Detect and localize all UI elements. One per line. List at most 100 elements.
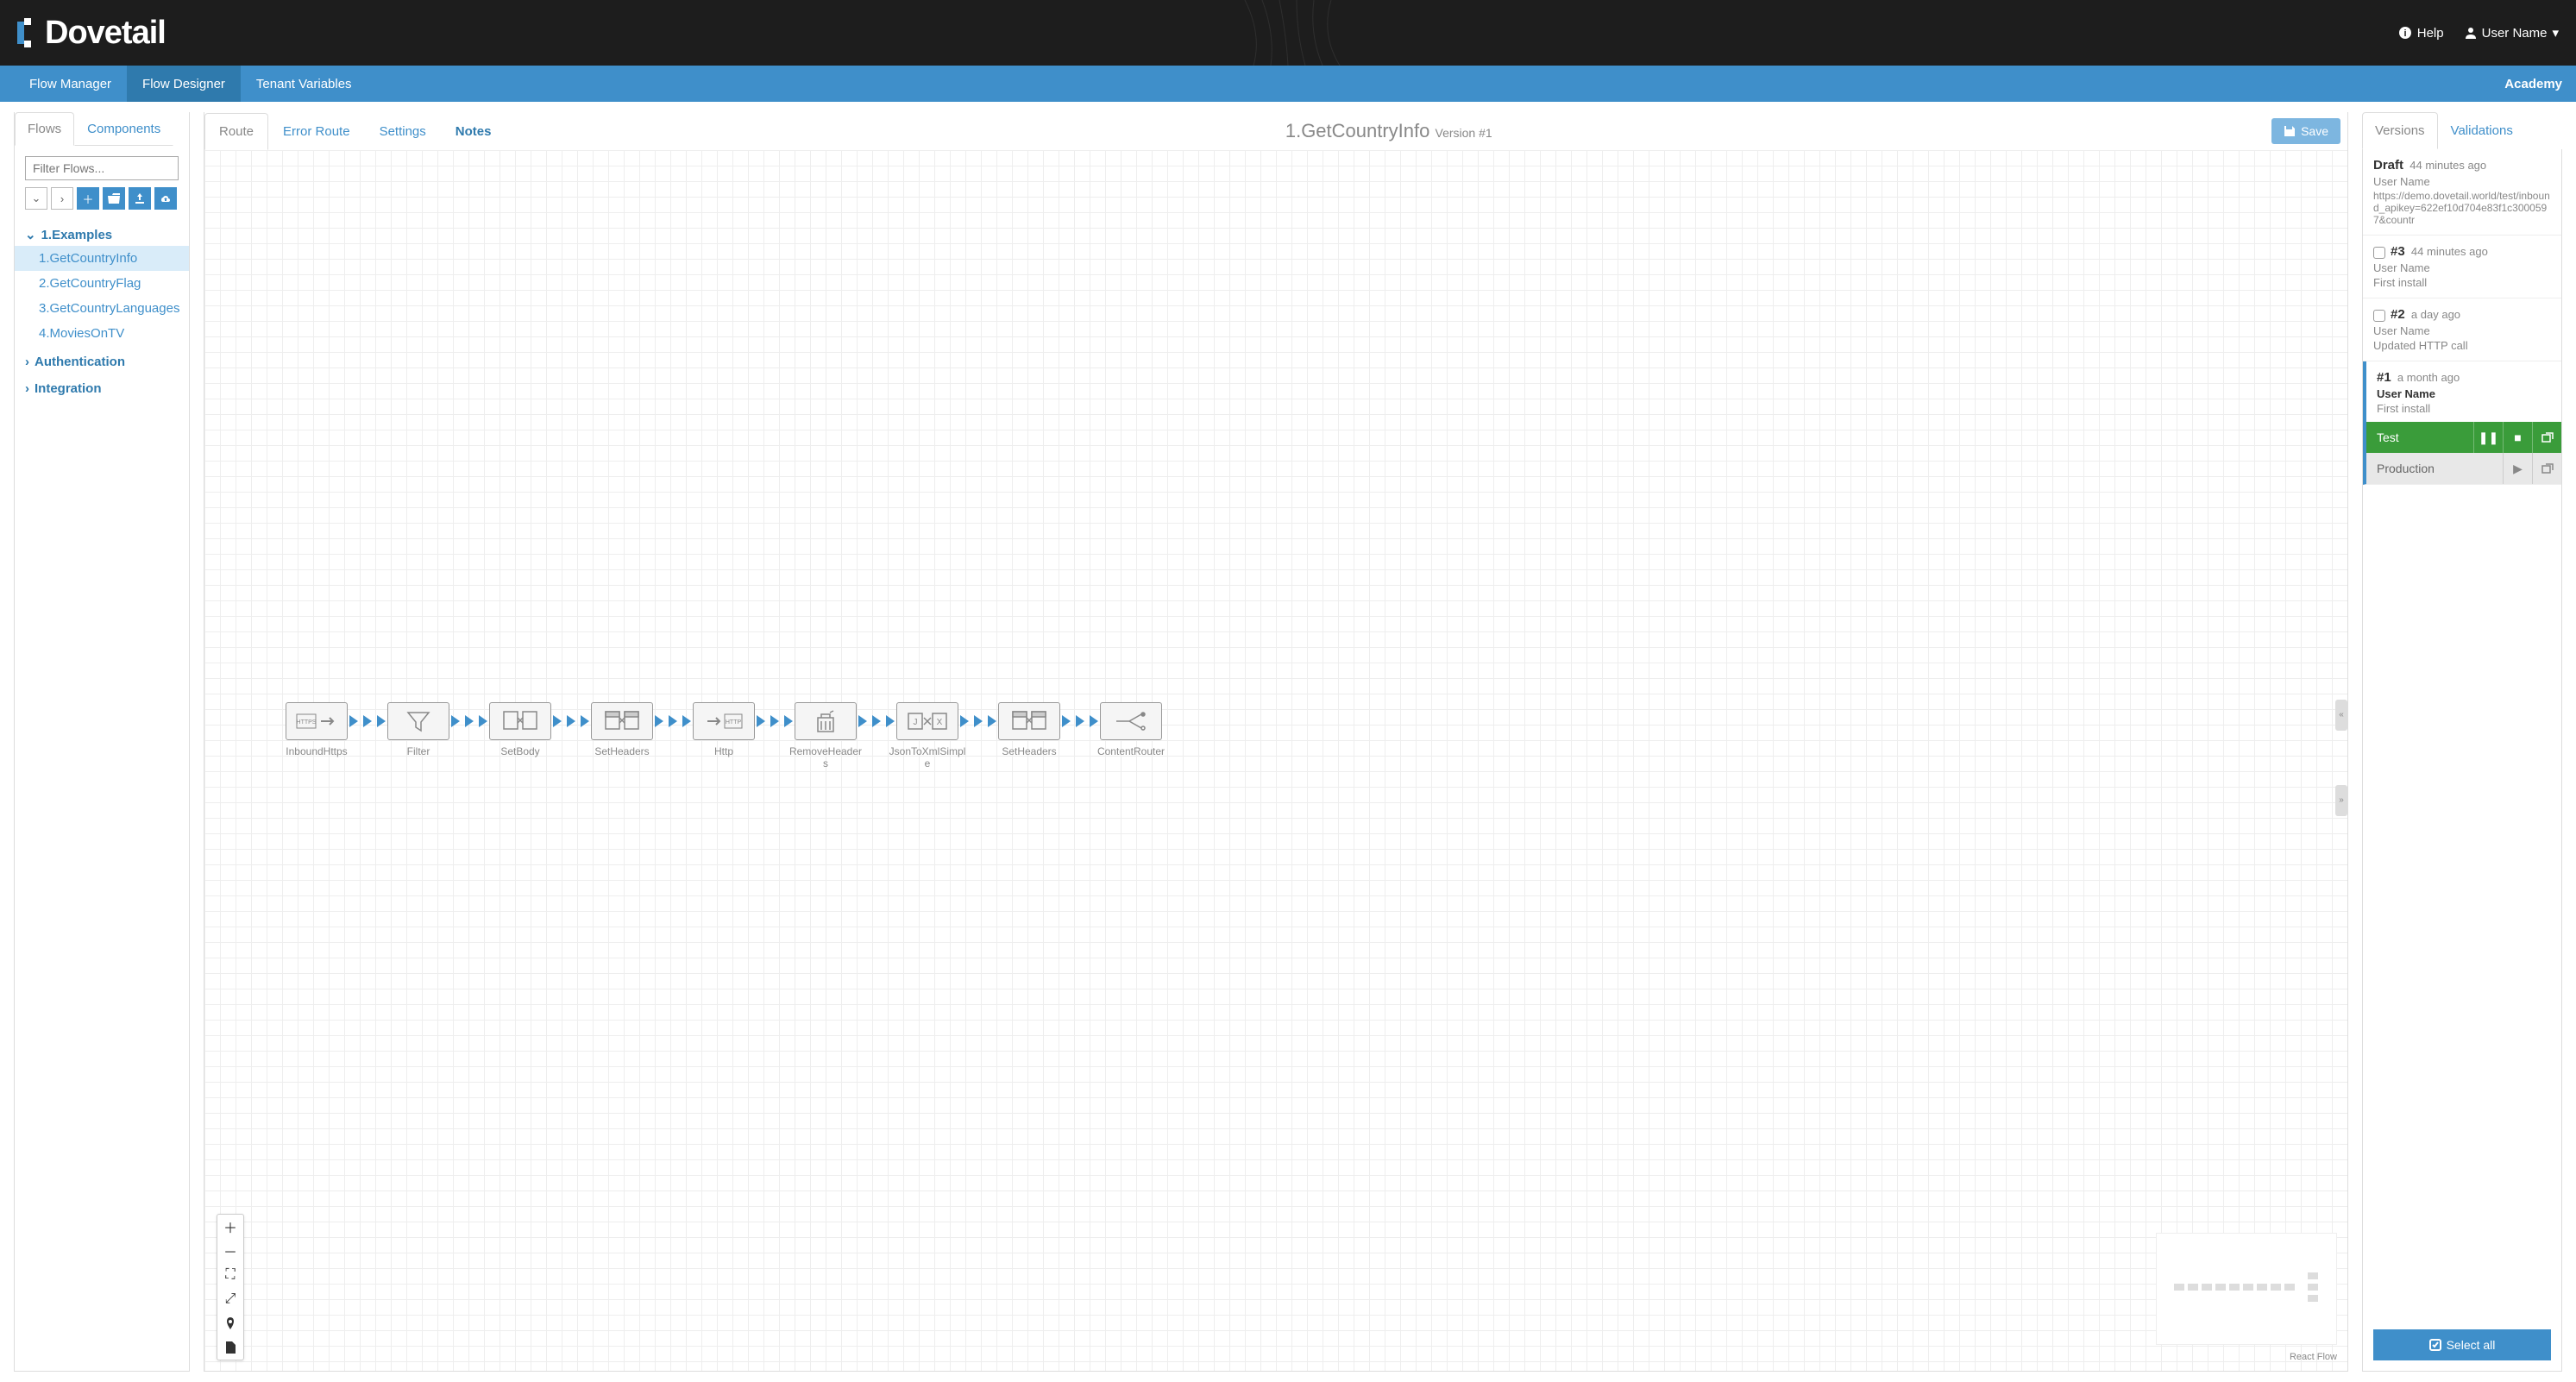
locate-button[interactable] bbox=[217, 1311, 243, 1335]
stop-button[interactable]: ■ bbox=[2503, 422, 2532, 453]
chevron-right-icon: › bbox=[25, 381, 29, 396]
select-all-button[interactable]: Select all bbox=[2373, 1329, 2551, 1360]
flow-node[interactable] bbox=[387, 702, 449, 740]
pin-icon bbox=[225, 1317, 236, 1329]
check-icon bbox=[2429, 1339, 2441, 1351]
right-body: Draft 44 minutes ago User Name https://d… bbox=[2362, 149, 2562, 1372]
navbar: Flow Manager Flow Designer Tenant Variab… bbox=[0, 66, 2576, 102]
tab-components[interactable]: Components bbox=[74, 112, 173, 146]
nav-academy[interactable]: Academy bbox=[2504, 77, 2562, 91]
add-button[interactable]: ＋ bbox=[77, 187, 99, 210]
tree-item-getcountryinfo[interactable]: 1.GetCountryInfo bbox=[15, 246, 189, 271]
help-link[interactable]: i Help bbox=[2398, 26, 2444, 41]
external-icon bbox=[2541, 463, 2554, 474]
zoom-in-button[interactable]: ＋ bbox=[217, 1215, 243, 1239]
cloud-icon bbox=[160, 193, 172, 204]
tree-group-examples: ⌄1.Examples 1.GetCountryInfo 2.GetCountr… bbox=[25, 223, 179, 346]
flow-node-label: SetHeaders bbox=[1002, 745, 1056, 757]
expand-all-button[interactable]: › bbox=[51, 187, 73, 210]
external-icon bbox=[2541, 432, 2554, 443]
canvas[interactable]: HTTPSInboundHttpsFilterSetBodySetHeaders… bbox=[204, 150, 2347, 1371]
flow-node[interactable]: HTTPS bbox=[286, 702, 348, 740]
tab-settings[interactable]: Settings bbox=[365, 113, 441, 150]
nav-flow-manager[interactable]: Flow Manager bbox=[14, 66, 127, 102]
flow-node[interactable] bbox=[998, 702, 1060, 740]
version-1[interactable]: #1 a month ago User Name First install T… bbox=[2363, 361, 2561, 485]
flow-node-label: Http bbox=[714, 745, 733, 757]
tree-group-integration: ›Integration bbox=[25, 378, 179, 399]
canvas-wrap: Route Error Route Settings Notes 1.GetCo… bbox=[204, 112, 2348, 1372]
canvas-collapse-right[interactable]: » bbox=[2335, 785, 2347, 816]
logo-icon bbox=[17, 18, 43, 47]
fit-icon: ⛶ bbox=[225, 1267, 235, 1283]
upload-icon bbox=[134, 193, 146, 204]
tab-versions[interactable]: Versions bbox=[2362, 112, 2438, 149]
user-menu[interactable]: User Name ▾ bbox=[2465, 25, 2559, 41]
tree-group-authentication: ›Authentication bbox=[25, 351, 179, 373]
flow-node-label: Filter bbox=[407, 745, 430, 757]
nav-tenant-variables[interactable]: Tenant Variables bbox=[241, 66, 368, 102]
folder-button[interactable] bbox=[103, 187, 125, 210]
document-button[interactable] bbox=[217, 1335, 243, 1360]
flow-node[interactable]: HTTP bbox=[693, 702, 755, 740]
svg-text:HTTPS: HTTPS bbox=[297, 719, 317, 726]
env-production: Production ▶ bbox=[2366, 453, 2561, 484]
version-draft[interactable]: Draft 44 minutes ago User Name https://d… bbox=[2363, 149, 2561, 236]
tab-flows[interactable]: Flows bbox=[15, 112, 74, 146]
tree-header-examples[interactable]: ⌄1.Examples bbox=[25, 223, 179, 246]
play-icon: ▶ bbox=[2513, 462, 2523, 476]
flow-node-label: ContentRouter bbox=[1097, 745, 1165, 757]
play-button[interactable]: ▶ bbox=[2503, 453, 2532, 484]
tree-item-moviesontv[interactable]: 4.MoviesOnTV bbox=[25, 321, 179, 346]
tree-header-authentication[interactable]: ›Authentication bbox=[25, 351, 179, 373]
zoom-out-button[interactable]: － bbox=[217, 1239, 243, 1263]
open-button[interactable] bbox=[2532, 422, 2561, 453]
sidebar-body: ⌄ › ＋ ⌄1.Examples 1.GetCountryInfo 2.Get… bbox=[15, 146, 189, 1371]
checkbox[interactable] bbox=[2373, 247, 2385, 259]
flow-node[interactable] bbox=[591, 702, 653, 740]
save-button[interactable]: Save bbox=[2271, 118, 2340, 144]
flow-node[interactable] bbox=[1100, 702, 1162, 740]
version-3[interactable]: #3 44 minutes ago User Name First instal… bbox=[2363, 236, 2561, 298]
main: Flows Components ⌄ › ＋ ⌄1.Examples 1.Get… bbox=[0, 102, 2576, 1382]
pause-icon: ❚❚ bbox=[2479, 430, 2498, 445]
flow-node[interactable]: JX bbox=[896, 702, 958, 740]
cloud-upload-button[interactable] bbox=[154, 187, 177, 210]
nav-flow-designer[interactable]: Flow Designer bbox=[127, 66, 241, 102]
chevron-down-icon: ⌄ bbox=[25, 227, 36, 242]
sidebar-tabs: Flows Components bbox=[15, 112, 189, 146]
canvas-collapse-left[interactable]: « bbox=[2335, 700, 2347, 731]
tab-error-route[interactable]: Error Route bbox=[268, 113, 365, 150]
help-label: Help bbox=[2417, 26, 2444, 41]
minimap[interactable] bbox=[2156, 1233, 2337, 1345]
version-2[interactable]: #2 a day ago User Name Updated HTTP call bbox=[2363, 298, 2561, 361]
filter-flows-input[interactable] bbox=[25, 156, 179, 180]
info-icon: i bbox=[2398, 26, 2412, 40]
logo-text: Dovetail bbox=[45, 15, 166, 52]
plus-icon: ＋ bbox=[82, 191, 93, 207]
svg-text:X: X bbox=[937, 718, 943, 727]
fit-view-button[interactable]: ⛶ bbox=[217, 1263, 243, 1287]
svg-text:HTTP: HTTP bbox=[726, 719, 742, 726]
flow-node[interactable] bbox=[489, 702, 551, 740]
open-button[interactable] bbox=[2532, 453, 2561, 484]
env-test: Test ❚❚ ■ bbox=[2366, 422, 2561, 453]
checkbox[interactable] bbox=[2373, 310, 2385, 322]
tab-validations[interactable]: Validations bbox=[2438, 112, 2526, 149]
flow-node[interactable] bbox=[795, 702, 857, 740]
canvas-title: 1.GetCountryInfo Version #1 bbox=[506, 120, 2271, 142]
upload-button[interactable] bbox=[129, 187, 151, 210]
svg-text:i: i bbox=[2403, 28, 2406, 39]
tab-notes[interactable]: Notes bbox=[441, 113, 506, 150]
fullscreen-button[interactable]: ⤢ bbox=[217, 1287, 243, 1311]
flow-node-label: SetHeaders bbox=[594, 745, 649, 757]
tree-header-integration[interactable]: ›Integration bbox=[25, 378, 179, 399]
document-icon bbox=[226, 1341, 236, 1354]
tab-route[interactable]: Route bbox=[204, 113, 268, 150]
collapse-all-button[interactable]: ⌄ bbox=[25, 187, 47, 210]
pause-button[interactable]: ❚❚ bbox=[2473, 422, 2503, 453]
tree-item-getcountryflag[interactable]: 2.GetCountryFlag bbox=[25, 271, 179, 296]
tree-item-getcountrylanguages[interactable]: 3.GetCountryLanguages bbox=[25, 296, 179, 321]
reactflow-attribution: React Flow bbox=[2290, 1352, 2337, 1362]
header-decoration bbox=[1159, 0, 1417, 66]
